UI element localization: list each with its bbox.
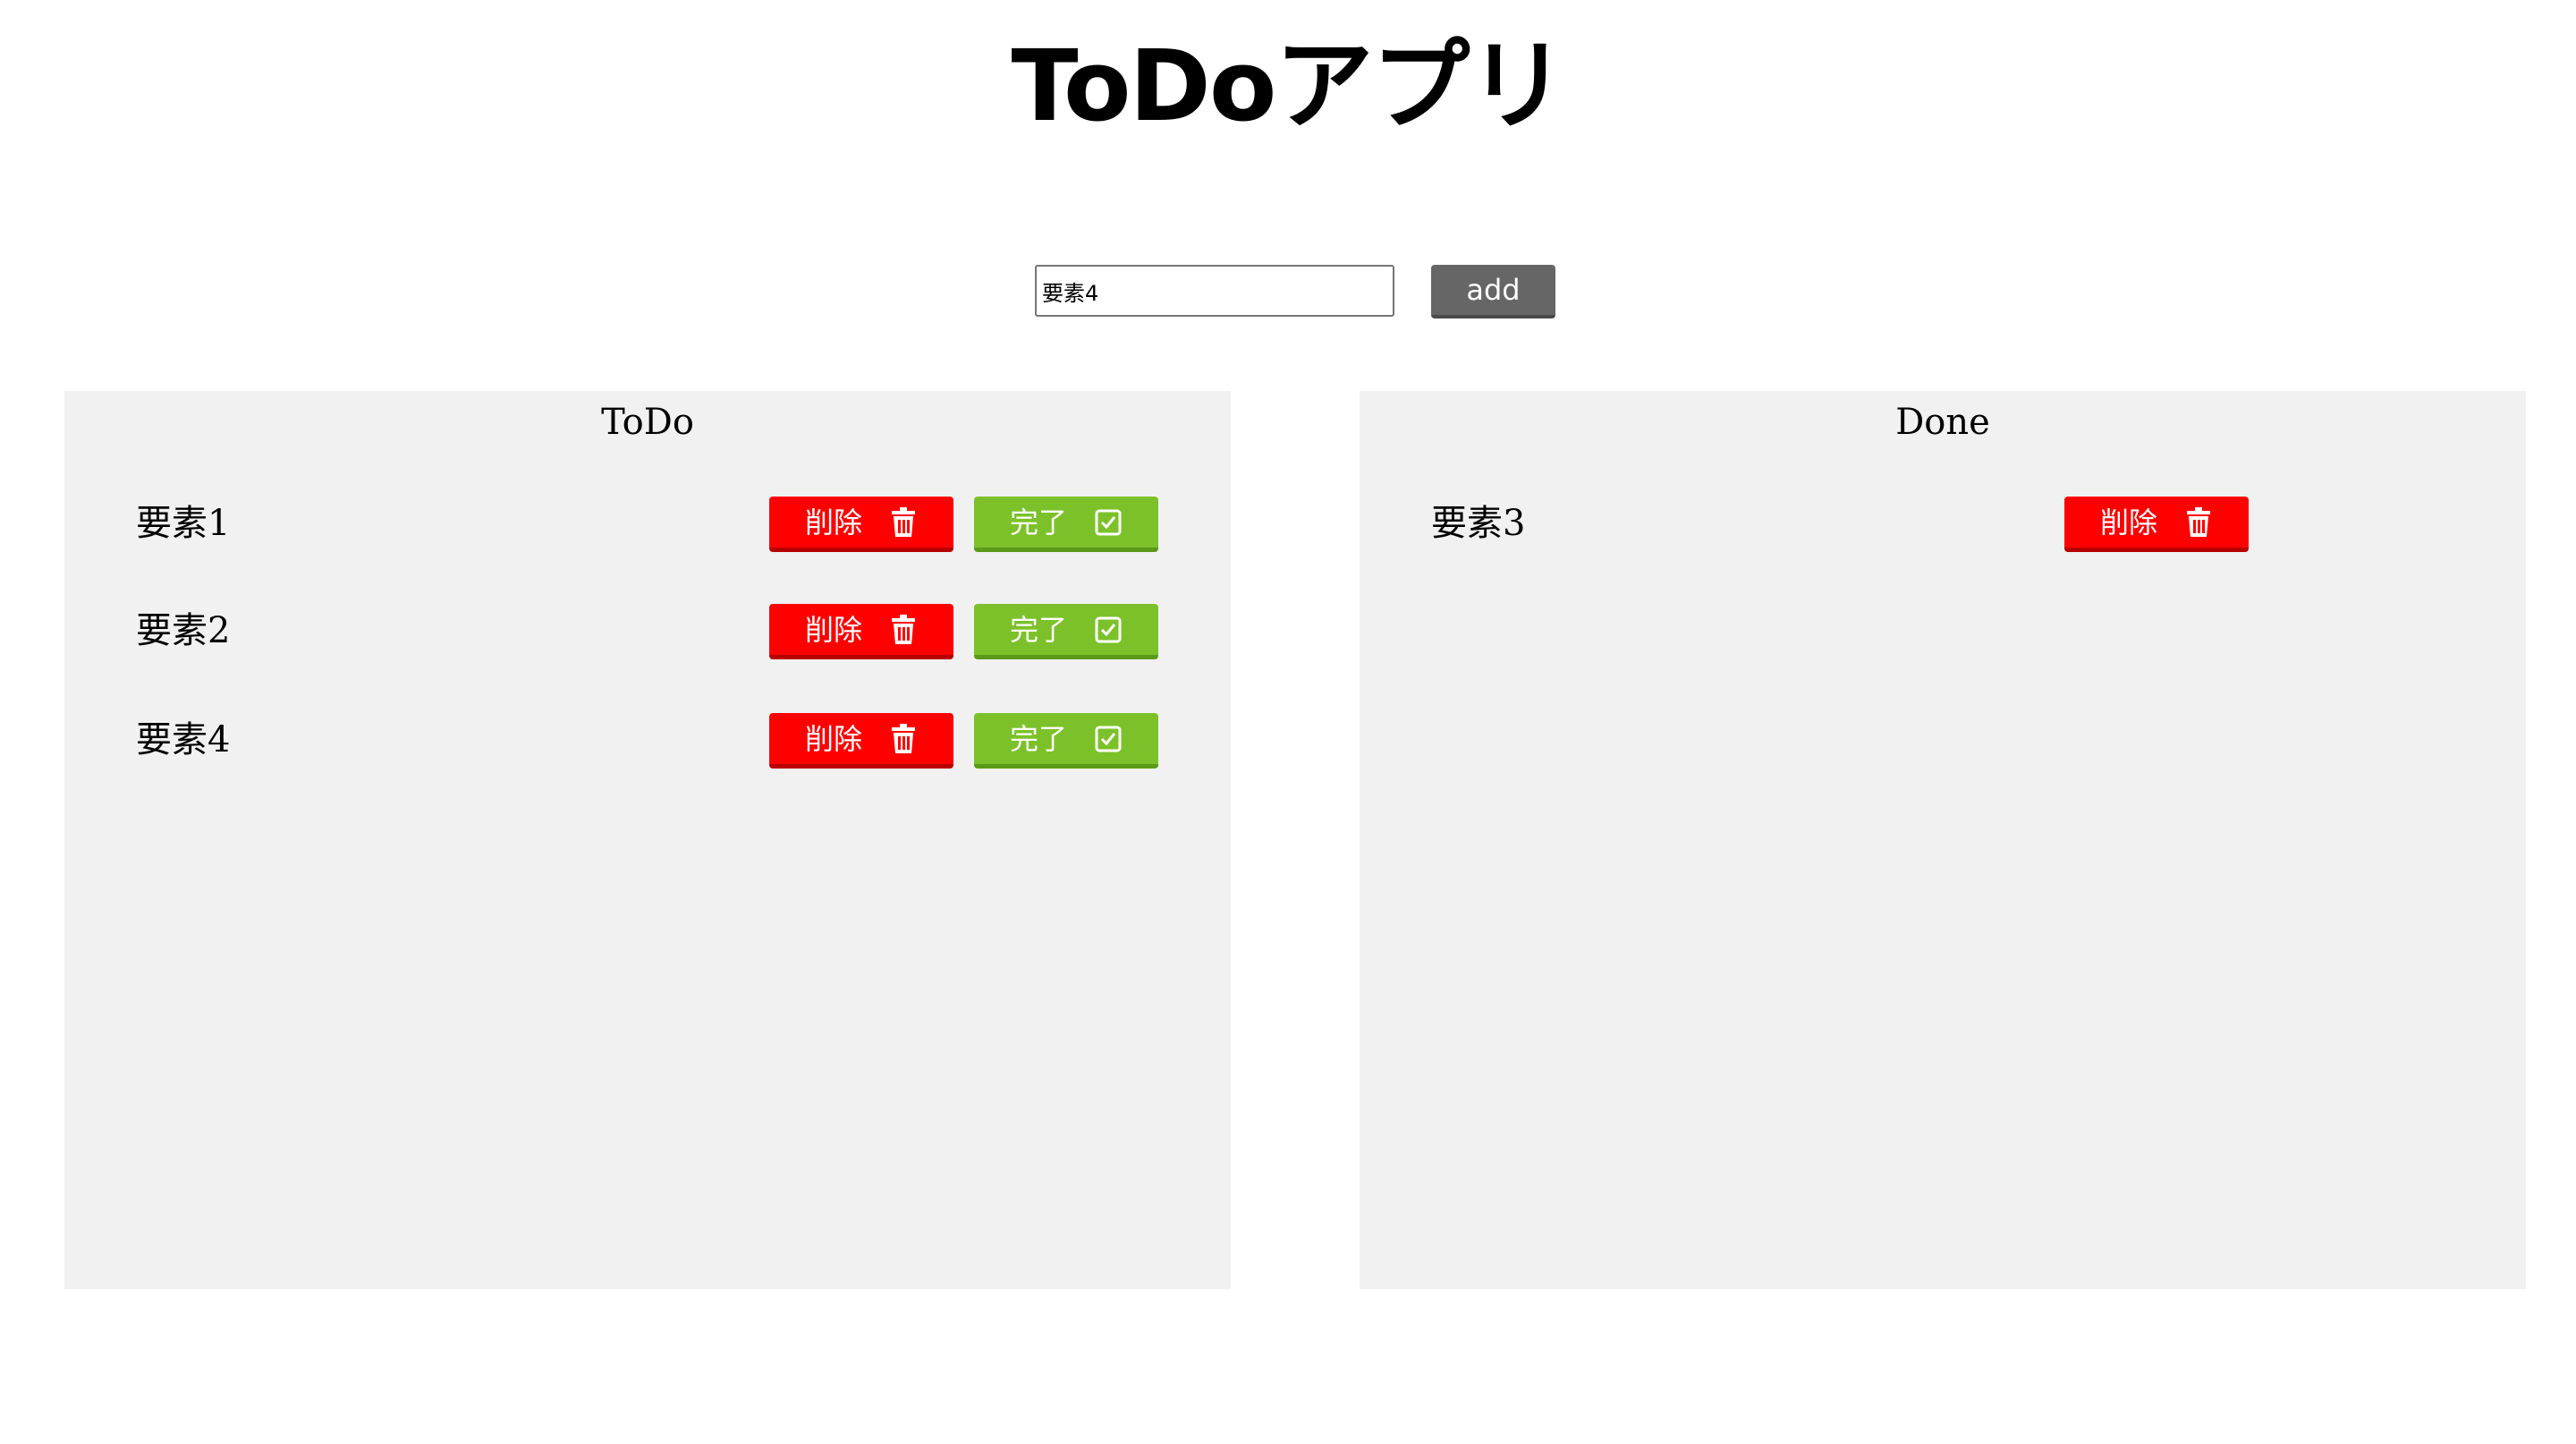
todo-item-label: 要素4	[136, 719, 231, 760]
done-heading: Done	[1895, 402, 1990, 443]
trash-icon	[889, 506, 918, 539]
todo-heading: ToDo	[601, 402, 694, 443]
todo-item: 要素4 削除 完了	[64, 713, 1231, 769]
page-title: ToDoアプリ	[1011, 29, 1567, 143]
trash-icon	[889, 614, 918, 646]
todo-item: 要素1 削除 完了	[64, 497, 1231, 552]
complete-button-label: 完了	[1009, 505, 1067, 539]
done-item-label: 要素3	[1431, 503, 1526, 544]
complete-button-label: 完了	[1009, 721, 1067, 756]
delete-button-label: 削除	[804, 612, 862, 647]
complete-button-label: 完了	[1009, 612, 1067, 647]
checkbox-icon	[1094, 614, 1123, 646]
complete-button[interactable]: 完了	[974, 713, 1158, 769]
checkbox-icon	[1094, 506, 1123, 539]
delete-button-label: 削除	[2099, 505, 2157, 539]
trash-icon	[889, 723, 918, 755]
todo-item-label: 要素2	[136, 610, 231, 651]
todo-item-label: 要素1	[136, 503, 231, 544]
todo-panel: ToDo 要素1 削除 完了 要素2 削除 完了 要素4 削除 完了	[64, 391, 1231, 1289]
trash-icon	[2184, 506, 2213, 539]
add-button[interactable]: add	[1431, 265, 1555, 319]
delete-button[interactable]: 削除	[769, 604, 953, 659]
delete-button[interactable]: 削除	[769, 497, 953, 552]
complete-button[interactable]: 完了	[974, 497, 1158, 552]
task-input[interactable]	[1035, 265, 1394, 317]
todo-item: 要素2 削除 完了	[64, 604, 1231, 659]
done-panel: Done 要素3 削除	[1360, 391, 2526, 1289]
checkbox-icon	[1094, 723, 1123, 755]
done-item: 要素3 削除	[1360, 497, 2526, 552]
delete-button-label: 削除	[804, 505, 862, 539]
delete-button[interactable]: 削除	[769, 713, 953, 769]
complete-button[interactable]: 完了	[974, 604, 1158, 659]
delete-button-label: 削除	[804, 721, 862, 756]
delete-button[interactable]: 削除	[2064, 497, 2249, 552]
